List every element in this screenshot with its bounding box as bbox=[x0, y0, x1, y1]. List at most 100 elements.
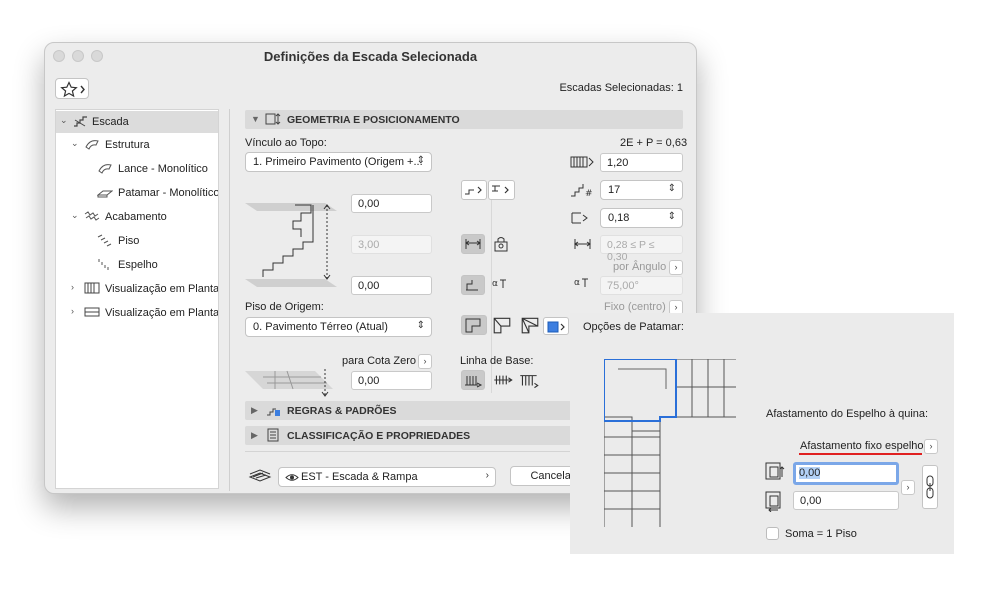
layers-icon bbox=[248, 469, 272, 482]
triangle-down-icon: ▼ bbox=[251, 114, 260, 124]
chevron-down-icon[interactable]: ⌄ bbox=[71, 138, 79, 149]
top-link-label: Vínculo ao Topo: bbox=[245, 137, 327, 149]
stair-type-button-1[interactable] bbox=[461, 180, 487, 200]
fixed-center-label: Fixo (centro) bbox=[604, 301, 666, 313]
top-offset-field[interactable]: 0,00 bbox=[351, 194, 432, 213]
tree-item-label: Escada bbox=[92, 116, 129, 128]
baseline-label: Linha de Base: bbox=[460, 355, 534, 367]
landing-icon bbox=[97, 190, 113, 198]
sum-one-tread-label: Soma = 1 Piso bbox=[785, 528, 857, 540]
by-angle-label: por Ângulo bbox=[613, 261, 667, 273]
updown-chevron-icon: ⇕ bbox=[416, 320, 425, 331]
eye-icon bbox=[285, 474, 299, 481]
landing-corner-icon bbox=[465, 318, 481, 333]
stair-height-field[interactable]: 3,00 bbox=[351, 235, 432, 254]
stair-formula: 2E + P = 0,63 bbox=[620, 137, 688, 149]
tree-item-label: Acabamento bbox=[105, 211, 167, 223]
angle-link-toggle[interactable] bbox=[461, 275, 485, 295]
stair-width-icon bbox=[570, 156, 594, 168]
favorites-button[interactable] bbox=[55, 78, 89, 99]
classification-icon bbox=[267, 428, 279, 442]
window-title: Definições da Escada Selecionada bbox=[263, 49, 478, 64]
tree-item-label: Piso bbox=[118, 235, 140, 247]
panel-divider bbox=[229, 109, 230, 491]
geometry-icon bbox=[265, 113, 281, 125]
svg-text:α: α bbox=[574, 278, 580, 288]
top-link-select[interactable]: 1. Primeiro Pavimento (Origem +... ⇕ bbox=[245, 152, 432, 172]
layer-select[interactable]: EST - Escada & Rampa › bbox=[278, 467, 496, 487]
tread-depth-lock-icon bbox=[494, 237, 508, 252]
chevron-down-icon[interactable]: ⌄ bbox=[71, 210, 79, 221]
by-angle-menu-button[interactable]: › bbox=[669, 260, 683, 275]
landing-plan-diagram bbox=[604, 359, 736, 527]
home-story-value: 0. Pavimento Térreo (Atual) bbox=[253, 321, 388, 333]
offset-value-1-selection: 0,00 bbox=[799, 467, 821, 479]
walking-line-button-1[interactable] bbox=[461, 315, 487, 335]
home-story-label: Piso de Origem: bbox=[245, 301, 324, 313]
riser-count-select[interactable]: 17 ⇕ bbox=[600, 180, 683, 200]
home-story-select[interactable]: 0. Pavimento Térreo (Atual) ⇕ bbox=[245, 317, 432, 337]
tree-item-flight[interactable]: Lance - Monolítico bbox=[56, 158, 218, 180]
landing-winder-icon bbox=[493, 317, 511, 334]
tread-range-field[interactable]: 0,28 ≤ P ≤ 0,30 bbox=[600, 235, 683, 263]
slope-angle-field[interactable]: 75,00° bbox=[600, 276, 683, 295]
to-zero-menu-button[interactable]: › bbox=[418, 354, 432, 369]
sum-one-tread-checkbox[interactable] bbox=[766, 527, 779, 540]
tree-item-stair[interactable]: ⌄ Escada bbox=[56, 111, 218, 133]
landing-options-icon bbox=[547, 321, 565, 333]
tree-item-tread[interactable]: Piso bbox=[56, 230, 218, 252]
finish-icon bbox=[84, 211, 100, 221]
slope-angle-icon: α bbox=[574, 278, 588, 288]
fixed-offset-option[interactable]: Afastamento fixo espelho bbox=[800, 440, 924, 452]
stair-type-button-2[interactable] bbox=[488, 180, 515, 200]
riser-count-icon: # bbox=[571, 184, 593, 199]
section-title: GEOMETRIA E POSICIONAMENTO bbox=[287, 114, 460, 126]
tree-item-riser[interactable]: Espelho bbox=[56, 254, 218, 276]
baseline-left-icon bbox=[465, 376, 483, 388]
tree-item-landing[interactable]: Patamar - Monolítico bbox=[56, 182, 218, 204]
chevron-right-icon[interactable]: › bbox=[71, 306, 74, 316]
updown-chevron-icon: ⇕ bbox=[667, 183, 676, 194]
landing-split-icon bbox=[521, 317, 539, 334]
link-values-button[interactable] bbox=[922, 465, 938, 509]
offset-menu-button[interactable]: › bbox=[901, 480, 915, 495]
riser-icon bbox=[98, 259, 109, 270]
stair-slope-icon bbox=[466, 280, 478, 291]
title-bar: Definições da Escada Selecionada bbox=[45, 43, 696, 70]
svg-text:#: # bbox=[585, 189, 593, 199]
offset-value-1-field[interactable]: 0,00 bbox=[793, 462, 899, 485]
to-zero-field[interactable]: 0,00 bbox=[351, 371, 432, 390]
chain-link-icon bbox=[926, 475, 934, 499]
baseline-center-icon[interactable] bbox=[491, 370, 515, 390]
chevron-right-icon[interactable]: › bbox=[71, 282, 74, 292]
baseline-left-button[interactable] bbox=[461, 370, 485, 390]
stair-icon bbox=[74, 116, 87, 127]
offset-value-2-field[interactable]: 0,00 bbox=[793, 491, 899, 510]
landing-options-button[interactable] bbox=[543, 317, 569, 335]
tree-item-label: Patamar - Monolítico bbox=[118, 187, 219, 199]
riser-height-value: 0,18 bbox=[608, 212, 630, 224]
baseline-right-icon[interactable] bbox=[517, 370, 541, 390]
stair-width-field[interactable]: 1,20 bbox=[600, 153, 683, 172]
flight-icon bbox=[98, 164, 112, 174]
zero-level-diagram bbox=[245, 369, 333, 397]
tread-icon bbox=[97, 234, 112, 247]
riser-offset-label: Afastamento do Espelho à quina: bbox=[766, 408, 929, 420]
tree-item-structure[interactable]: ⌄ Estrutura bbox=[56, 134, 218, 156]
riser-count-value: 17 bbox=[608, 184, 621, 196]
stair-type-icon bbox=[465, 186, 482, 195]
angle-icon: α bbox=[492, 279, 506, 289]
tree-item-finish[interactable]: ⌄ Acabamento bbox=[56, 206, 218, 228]
bottom-offset-field[interactable]: 0,00 bbox=[351, 276, 432, 295]
tread-depth-icon bbox=[574, 239, 591, 249]
selected-count-label: Escadas Selecionadas: 1 bbox=[559, 82, 683, 94]
fixed-offset-menu-button[interactable]: › bbox=[924, 439, 938, 454]
section-geometry[interactable]: ▼ GEOMETRIA E POSICIONAMENTO bbox=[245, 110, 683, 129]
tree-item-floorplan[interactable]: › Visualização em Planta bbox=[56, 278, 218, 300]
updown-chevron-icon: ⇕ bbox=[416, 155, 425, 166]
riser-height-select[interactable]: 0,18 ⇕ bbox=[600, 208, 683, 228]
highlight-underline bbox=[799, 453, 922, 455]
chevron-down-icon[interactable]: ⌄ bbox=[60, 115, 68, 126]
width-link-toggle[interactable] bbox=[461, 234, 485, 254]
tree-item-floorplan-2[interactable]: › Visualização em Planta d bbox=[56, 302, 218, 324]
